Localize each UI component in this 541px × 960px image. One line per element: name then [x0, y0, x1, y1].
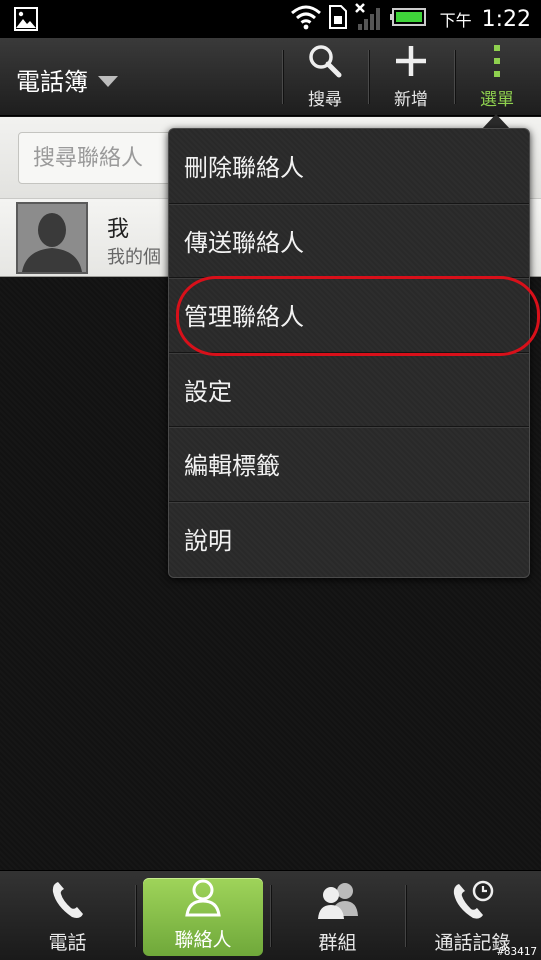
- phone-icon: [50, 880, 86, 924]
- plus-icon: [393, 43, 429, 83]
- sim-card-icon: [328, 4, 348, 34]
- menu-item-edit-tags[interactable]: 編輯標籤: [169, 427, 529, 502]
- search-button[interactable]: 搜尋: [282, 38, 368, 116]
- phonebook-title-dropdown[interactable]: 電話簿: [16, 62, 118, 97]
- tab-contacts[interactable]: 聯絡人: [143, 878, 263, 956]
- no-signal-icon: [354, 2, 384, 36]
- battery-icon: [389, 6, 428, 32]
- wifi-icon: [290, 4, 322, 34]
- add-button-label: 新增: [394, 90, 428, 110]
- bottom-tab-bar: 電話 聯絡人 群組 通話記錄: [0, 870, 541, 960]
- group-icon: [316, 880, 360, 924]
- my-profile-subtitle: 我的個: [107, 247, 161, 268]
- tab-groups[interactable]: 群組: [270, 871, 405, 960]
- clock-time: 1:22: [481, 6, 531, 32]
- options-menu: 刪除聯絡人 傳送聯絡人 管理聯絡人 設定 編輯標籤 說明: [168, 128, 530, 578]
- person-silhouette-icon: [18, 204, 86, 272]
- menu-item-delete-contacts[interactable]: 刪除聯絡人: [169, 129, 529, 204]
- menu-dots-icon: [491, 43, 503, 83]
- search-icon: [307, 43, 343, 83]
- tab-contacts-label: 聯絡人: [174, 929, 232, 951]
- my-profile-name: 我: [107, 217, 130, 242]
- tab-phone-label: 電話: [48, 932, 87, 954]
- tab-phone[interactable]: 電話: [0, 871, 135, 960]
- status-bar: 下午 1:22: [0, 0, 541, 38]
- menu-item-manage-contacts[interactable]: 管理聯絡人: [169, 278, 529, 353]
- page-title: 電話簿: [16, 68, 88, 96]
- divider: [135, 885, 136, 947]
- menu-item-settings[interactable]: 設定: [169, 353, 529, 427]
- avatar: [16, 202, 88, 274]
- add-contact-button[interactable]: 新增: [368, 38, 454, 116]
- menu-item-send-contacts[interactable]: 傳送聯絡人: [169, 204, 529, 278]
- menu-button-label: 選單: [480, 90, 514, 110]
- person-icon: [183, 877, 223, 921]
- menu-pointer: [482, 114, 510, 129]
- action-bar: 電話簿 搜尋 新增 選單: [0, 38, 541, 116]
- picture-notification-icon: [14, 7, 38, 35]
- caret-down-icon: [98, 75, 118, 87]
- menu-button[interactable]: 選單: [454, 38, 540, 116]
- watermark-text: #83417: [497, 945, 537, 958]
- call-history-icon: [451, 880, 495, 924]
- search-button-label: 搜尋: [308, 90, 342, 110]
- tab-groups-label: 群組: [318, 932, 357, 954]
- time-ampm: 下午: [439, 11, 472, 30]
- menu-item-help[interactable]: 說明: [169, 502, 529, 577]
